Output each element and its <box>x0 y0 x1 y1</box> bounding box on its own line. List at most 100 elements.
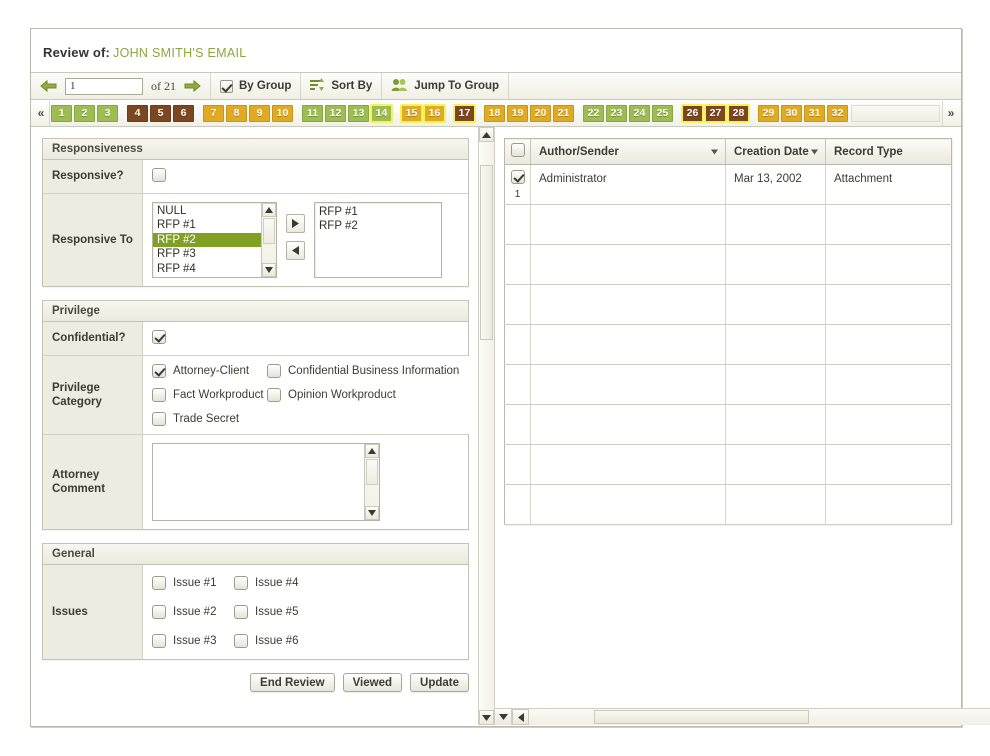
pagination-page-32[interactable]: 32 <box>827 104 848 122</box>
pagination-page-19[interactable]: 19 <box>507 104 528 122</box>
checkbox-icon[interactable] <box>267 388 281 402</box>
privilege-category-option[interactable]: Fact Workproduct <box>152 388 267 402</box>
jump-to-group-button[interactable]: Jump To Group <box>382 73 510 99</box>
scrollbar-thumb[interactable] <box>263 218 275 244</box>
pagination-page-29[interactable]: 29 <box>758 104 779 122</box>
row-checkbox-icon[interactable] <box>510 170 525 184</box>
scrollbar-thumb[interactable] <box>366 459 378 485</box>
issue-option[interactable]: Issue #1 <box>152 576 234 590</box>
pagination-page-30[interactable]: 30 <box>781 104 802 122</box>
list-item[interactable]: RFP #2 <box>153 232 261 248</box>
scrollbar-thumb[interactable] <box>480 165 493 340</box>
sort-caret-icon[interactable] <box>711 149 718 154</box>
previous-record-icon[interactable] <box>40 79 57 93</box>
checkbox-icon[interactable] <box>152 605 166 619</box>
privilege-category-option[interactable]: Opinion Workproduct <box>267 388 467 402</box>
sort-caret-icon[interactable] <box>811 149 818 154</box>
attorney-comment-scrollbar[interactable] <box>364 444 379 520</box>
viewed-button[interactable]: Viewed <box>342 673 403 692</box>
pagination-page-20[interactable]: 20 <box>530 104 551 122</box>
add-selection-button[interactable] <box>286 214 305 233</box>
select-all-header[interactable] <box>504 138 531 165</box>
scroll-up-icon[interactable] <box>262 203 276 217</box>
list-item[interactable]: RFP #1 <box>153 218 261 232</box>
pagination-page-8[interactable]: 8 <box>226 104 247 122</box>
issue-option[interactable]: Issue #6 <box>234 634 298 648</box>
checkbox-icon[interactable] <box>152 364 166 378</box>
pagination-page-14[interactable]: 14 <box>370 103 393 123</box>
available-options-listbox[interactable]: NULL RFP #1 RFP #2 RFP #3 RFP #4 <box>152 202 277 278</box>
pagination-page-9[interactable]: 9 <box>249 104 270 122</box>
pagination-page-3[interactable]: 3 <box>97 104 118 122</box>
pagination-page-25[interactable]: 25 <box>652 104 673 122</box>
table-row-empty[interactable] <box>504 404 952 445</box>
pagination-first-button[interactable]: « <box>33 100 50 126</box>
pagination-page-15[interactable]: 15 <box>400 103 423 123</box>
form-pane-vertical-scrollbar[interactable] <box>478 127 495 725</box>
issue-option[interactable]: Issue #2 <box>152 605 234 619</box>
table-row-empty[interactable] <box>504 204 952 245</box>
next-record-icon[interactable] <box>184 79 201 93</box>
confidential-checkbox-icon[interactable] <box>152 330 166 344</box>
pagination-page-26[interactable]: 26 <box>681 103 704 123</box>
current-page-input[interactable] <box>65 77 143 95</box>
pagination-page-16[interactable]: 16 <box>423 103 446 123</box>
horizontal-scrollbar-thumb[interactable] <box>594 710 809 724</box>
pagination-page-27[interactable]: 27 <box>704 103 727 123</box>
pagination-page-1[interactable]: 1 <box>51 104 72 122</box>
update-button[interactable]: Update <box>410 673 469 692</box>
select-all-checkbox-icon[interactable] <box>510 143 525 157</box>
privilege-category-option[interactable]: Trade Secret <box>152 412 267 426</box>
horizontal-scrollbar-track[interactable] <box>529 709 990 725</box>
pagination-page-5[interactable]: 5 <box>150 104 171 122</box>
remove-selection-button[interactable] <box>286 241 305 260</box>
scrollbar-track[interactable] <box>479 142 494 710</box>
scroll-left-icon[interactable] <box>512 709 529 725</box>
pagination-page-18[interactable]: 18 <box>484 104 505 122</box>
checkbox-icon[interactable] <box>234 576 248 590</box>
pagination-page-4[interactable]: 4 <box>127 104 148 122</box>
pagination-last-button[interactable]: » <box>942 100 959 126</box>
responsive-checkbox-icon[interactable] <box>152 168 166 182</box>
table-row-empty[interactable] <box>504 324 952 365</box>
scrollbar-track[interactable] <box>262 245 276 263</box>
scroll-up-icon[interactable] <box>365 444 379 458</box>
list-item[interactable]: RFP #4 <box>153 262 261 276</box>
table-row[interactable]: 1 Administrator Mar 13, 2002 Attachment <box>504 164 952 205</box>
issue-option[interactable]: Issue #3 <box>152 634 234 648</box>
issue-option[interactable]: Issue #5 <box>234 605 298 619</box>
column-header-record-type[interactable]: Record Type <box>825 138 952 165</box>
list-item[interactable]: RFP #3 <box>153 247 261 261</box>
pagination-page-12[interactable]: 12 <box>325 104 346 122</box>
checkbox-icon[interactable] <box>267 364 281 378</box>
checkbox-icon[interactable] <box>234 605 248 619</box>
privilege-category-option[interactable]: Attorney-Client <box>152 364 267 378</box>
pagination-page-10[interactable]: 10 <box>272 104 293 122</box>
pagination-page-24[interactable]: 24 <box>629 104 650 122</box>
by-group-checkbox-icon[interactable] <box>220 79 233 93</box>
table-row-empty[interactable] <box>504 484 952 525</box>
pagination-page-11[interactable]: 11 <box>302 104 323 122</box>
sort-by-button[interactable]: Sort By <box>301 73 383 99</box>
pagination-page-2[interactable]: 2 <box>74 104 95 122</box>
list-item[interactable]: NULL <box>153 204 261 218</box>
checkbox-icon[interactable] <box>234 634 248 648</box>
pagination-page-31[interactable]: 31 <box>804 104 825 122</box>
privilege-category-option[interactable]: Confidential Business Information <box>267 364 467 378</box>
table-row-empty[interactable] <box>504 444 952 485</box>
available-options-scrollbar[interactable] <box>261 203 276 277</box>
checkbox-icon[interactable] <box>152 576 166 590</box>
table-row-empty[interactable] <box>504 364 952 405</box>
attorney-comment-input[interactable] <box>153 444 364 520</box>
column-header-author-sender[interactable]: Author/Sender <box>530 138 726 165</box>
selected-options-listbox[interactable]: RFP #1 RFP #2 <box>314 202 442 278</box>
issue-option[interactable]: Issue #4 <box>234 576 298 590</box>
end-review-button[interactable]: End Review <box>250 673 335 692</box>
table-row-empty[interactable] <box>504 244 952 285</box>
pagination-page-7[interactable]: 7 <box>203 104 224 122</box>
pagination-page-6[interactable]: 6 <box>173 104 194 122</box>
scroll-down-icon[interactable] <box>262 263 276 277</box>
pagination-page-21[interactable]: 21 <box>553 104 574 122</box>
scroll-down-icon[interactable] <box>479 710 494 725</box>
row-select-cell[interactable]: 1 <box>504 164 531 205</box>
